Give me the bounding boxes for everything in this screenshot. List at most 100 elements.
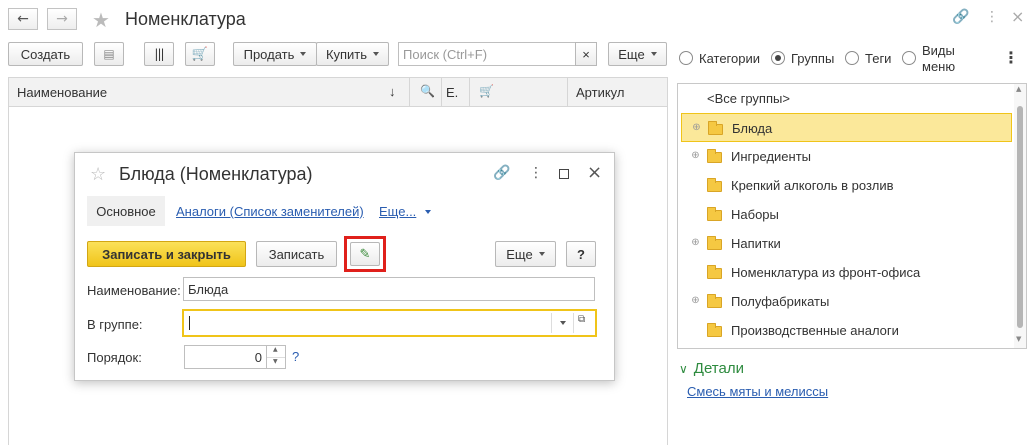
radio-categories[interactable] (679, 51, 693, 65)
back-button[interactable]: ← (8, 8, 38, 30)
search-input[interactable]: Поиск (Ctrl+F) (398, 42, 576, 66)
group-dropdown-button[interactable] (556, 313, 570, 333)
search-icon[interactable]: 🔍 (420, 84, 435, 98)
save-and-close-button[interactable]: Записать и закрыть (87, 241, 246, 267)
search-placeholder: Поиск (Ctrl+F) (403, 46, 488, 62)
group-item[interactable]: ⊕ Напитки (678, 229, 1013, 258)
group-item-label: Номенклатура из фронт-офиса (731, 265, 921, 280)
tab-more[interactable]: Еще... (379, 204, 432, 219)
stepper-up-icon[interactable]: ▲ (273, 346, 278, 353)
favorite-star-icon[interactable]: ☆ (90, 164, 106, 185)
radio-tags-label: Теги (865, 51, 892, 66)
group-item[interactable]: Производственные аналоги (678, 316, 1013, 345)
group-item[interactable]: ⊕ Ингредиенты (678, 142, 1013, 171)
order-label: Порядок: (87, 350, 142, 365)
create-button[interactable]: Создать (8, 42, 83, 66)
sell-label: Продать (243, 46, 295, 62)
order-field[interactable]: 0 (184, 345, 267, 369)
cart-icon[interactable]: 🛒 (479, 84, 494, 98)
chevron-down-icon (538, 252, 545, 256)
open-icon[interactable]: ⧉ (578, 314, 585, 325)
sell-dropdown[interactable]: Продать (233, 42, 317, 66)
text-cursor (189, 316, 190, 330)
copy-icon: ▤ (103, 47, 115, 61)
help-button[interactable]: ? (566, 241, 596, 267)
folder-icon (707, 236, 722, 250)
kebab-menu-icon[interactable]: ⋮ (1003, 48, 1019, 67)
dialog-title: Блюда (Номенклатура) (119, 164, 313, 184)
folder-icon (707, 178, 722, 192)
radio-menu-views-label: Виды меню (922, 43, 955, 75)
more-dropdown[interactable]: Еще (608, 42, 667, 66)
save-button[interactable]: Записать (256, 241, 337, 267)
order-help-link[interactable]: ? (292, 349, 299, 364)
column-header-article[interactable]: Артикул (576, 85, 624, 100)
close-icon[interactable]: × (587, 162, 602, 183)
dialog-more-dropdown[interactable]: Еще (495, 241, 556, 267)
sort-indicator[interactable]: ↓ (389, 84, 396, 99)
group-item[interactable]: ⊕ Блюда (681, 113, 1012, 142)
scroll-thumb[interactable] (1017, 106, 1023, 328)
folder-icon (707, 207, 722, 221)
column-header-unit[interactable]: Е. (446, 85, 458, 100)
expand-icon[interactable]: ⊕ (691, 238, 700, 248)
maximize-icon[interactable] (559, 169, 569, 179)
chevron-down-icon (425, 209, 432, 214)
close-icon[interactable]: × (1011, 7, 1024, 26)
more-label: Еще (618, 46, 645, 62)
groups-tree[interactable]: <Все группы> ⊕ Блюда ⊕ Ингредиенты Крепкий ал… (677, 83, 1027, 349)
edit-history-icon: ✎ (359, 246, 371, 262)
forward-button[interactable]: → (47, 8, 77, 30)
expand-icon[interactable]: ⊕ (691, 151, 700, 161)
order-stepper[interactable]: ▲ ▼ (266, 345, 286, 369)
expand-icon[interactable]: ⊕ (692, 123, 701, 133)
group-item-label: Наборы (731, 207, 779, 222)
name-field[interactable]: Блюда (183, 277, 595, 301)
group-item[interactable]: ⊕ Полуфабрикаты (678, 287, 1013, 316)
column-header-name[interactable]: Наименование (17, 85, 107, 100)
radio-groups-label: Группы (791, 51, 835, 66)
link-icon[interactable]: 🔗 (493, 165, 510, 181)
order-value: 0 (254, 349, 262, 365)
tab-analogs[interactable]: Аналоги (Список заменителей) (176, 204, 364, 219)
group-item-label: <Все группы> (707, 91, 790, 106)
group-item-label: Напитки (731, 236, 781, 251)
group-field[interactable]: ⧉ (182, 309, 597, 337)
item-dialog: ☆ Блюда (Номенклатура) 🔗 ⋮ × Основное Ан… (74, 152, 615, 381)
radio-groups[interactable] (771, 51, 785, 65)
details-link[interactable]: Смесь мяты и мелиссы (687, 384, 828, 399)
details-title: Детали (693, 360, 744, 377)
details-toggle[interactable]: ∨ Детали (679, 360, 744, 377)
menu-views-line2: меню (922, 59, 956, 74)
barcode-button[interactable]: ||| (144, 42, 174, 66)
chevron-down-icon: ∨ (679, 361, 688, 376)
buy-dropdown[interactable]: Купить (316, 42, 389, 66)
group-item-label: Полуфабрикаты (731, 294, 830, 309)
cart-button[interactable]: 🛒 (185, 42, 215, 66)
group-item[interactable]: Номенклатура из фронт-офиса (678, 258, 1013, 287)
copy-button[interactable]: ▤ (94, 42, 124, 66)
barcode-icon: ||| (154, 47, 164, 61)
search-clear-button[interactable]: × (575, 42, 597, 66)
scroll-down-icon[interactable]: ▼ (1016, 335, 1021, 343)
group-item[interactable]: Крепкий алкоголь в розлив (678, 171, 1013, 200)
radio-tags[interactable] (845, 51, 859, 65)
edit-history-button[interactable]: ✎ (350, 242, 380, 266)
group-item[interactable]: <Все группы> (678, 84, 1013, 113)
favorite-star-icon[interactable]: ★ (92, 8, 110, 32)
group-item-label: Блюда (732, 121, 773, 136)
tab-main[interactable]: Основное (87, 196, 165, 226)
stepper-down-icon[interactable]: ▼ (273, 358, 278, 365)
scrollbar[interactable]: ▲ ▼ (1014, 84, 1026, 348)
group-item[interactable]: Наборы (678, 200, 1013, 229)
scroll-up-icon[interactable]: ▲ (1016, 85, 1021, 93)
folder-icon (707, 149, 722, 163)
chevron-down-icon (650, 52, 657, 56)
chevron-down-icon (300, 52, 307, 56)
link-icon[interactable]: 🔗 (952, 9, 969, 25)
kebab-menu-icon[interactable]: ⋮ (985, 9, 999, 25)
group-item-label: Производственные аналоги (731, 323, 899, 338)
radio-menu-views[interactable] (902, 51, 916, 65)
kebab-menu-icon[interactable]: ⋮ (529, 165, 543, 181)
expand-icon[interactable]: ⊕ (691, 296, 700, 306)
